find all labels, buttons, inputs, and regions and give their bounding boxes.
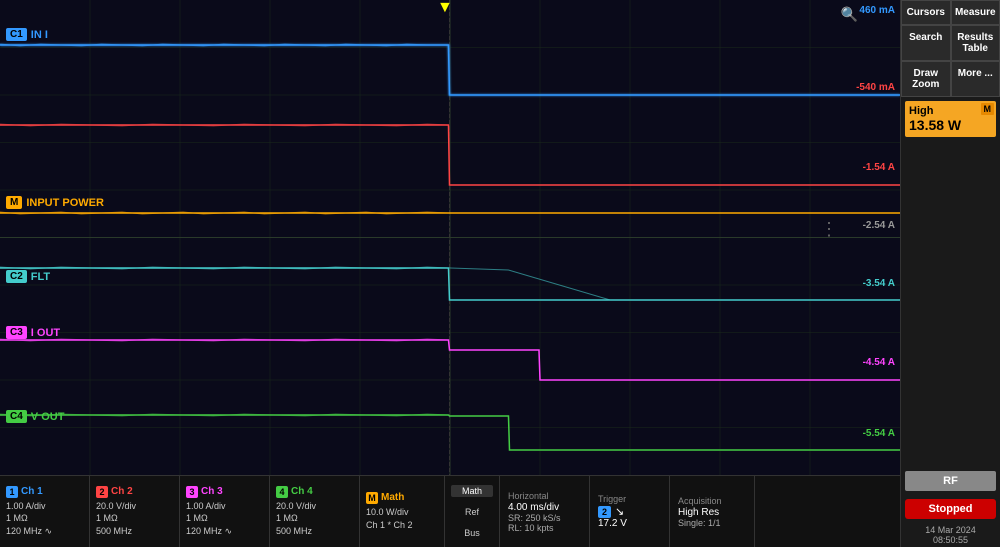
ch3-info[interactable]: 3 Ch 3 1.00 A/div1 MΩ120 MHz ∿ xyxy=(180,476,270,547)
ch4-detail: 20.0 V/div1 MΩ500 MHz xyxy=(276,500,353,538)
ch1-info[interactable]: 1 Ch 1 1.00 A/div1 MΩ120 MHz ∿ xyxy=(0,476,90,547)
magnifier-icon: 🔍 xyxy=(841,6,858,23)
ch1-info-label: Ch 1 xyxy=(21,486,43,497)
trigger-marker: ▼ xyxy=(437,2,449,14)
cursors-button[interactable]: Cursors xyxy=(901,0,951,25)
acq-mode: High Res xyxy=(678,507,746,518)
trigger-level: 17.2 V xyxy=(598,518,661,529)
m-badge-ch: M xyxy=(6,196,22,209)
ch3-dot: 3 xyxy=(186,486,198,498)
stopped-badge[interactable]: Stopped xyxy=(905,499,996,519)
ch2-info-label: Ch 2 xyxy=(111,486,133,497)
c3-badge: C3 xyxy=(6,326,27,339)
measurement-container: M High 13.58 W xyxy=(905,101,996,137)
trigger-section[interactable]: Trigger 2 ↘ 17.2 V xyxy=(590,476,670,547)
ch1-detail: 1.00 A/div1 MΩ120 MHz ∿ xyxy=(6,500,83,538)
math-dot: M xyxy=(366,492,378,504)
acq-title: Acquisition xyxy=(678,496,746,506)
measure-button[interactable]: Measure xyxy=(951,0,1000,25)
y-label-n354a: -3.54 A xyxy=(863,278,895,289)
measurement-value: 13.58 W xyxy=(909,117,992,133)
m-label[interactable]: M INPUT POWER xyxy=(6,196,104,209)
y-label-n540ma: -540 mA xyxy=(856,82,895,93)
search-button[interactable]: Search xyxy=(901,25,951,61)
y-label-n154a: -1.54 A xyxy=(863,162,895,173)
math-ref-bus-bus[interactable]: Bus xyxy=(451,528,493,538)
cursors-measure-row: Cursors Measure xyxy=(901,0,1000,25)
ch4-info[interactable]: 4 Ch 4 20.0 V/div1 MΩ500 MHz xyxy=(270,476,360,547)
y-label-n254a: -2.54 A xyxy=(863,220,895,231)
trigger-slope: ↘ xyxy=(615,505,624,518)
draw-zoom-button[interactable]: Draw Zoom xyxy=(901,61,951,97)
main-oscilloscope-area: ▼ 460 mA -540 mA -1.54 A -2.54 A -3.54 A… xyxy=(0,0,900,547)
y-label-n454a: -4.54 A xyxy=(863,357,895,368)
ch2-detail: 20.0 V/div1 MΩ500 MHz xyxy=(96,500,173,538)
math-ref-bus[interactable]: Math Ref Bus xyxy=(445,476,500,547)
math-detail: 10.0 W/divCh 1 * Ch 2 xyxy=(366,506,438,531)
results-table-button[interactable]: Results Table xyxy=(951,25,1000,61)
right-panel-bottom: RF Stopped 14 Mar 2024 08:50:55 xyxy=(901,467,1000,547)
c3-label[interactable]: C3 I OUT xyxy=(6,326,60,339)
trigger-channel-badge: 2 xyxy=(598,506,611,518)
waveform-display[interactable]: ▼ 460 mA -540 mA -1.54 A -2.54 A -3.54 A… xyxy=(0,0,900,475)
y-label-n554a: -5.54 A xyxy=(863,428,895,439)
ch3-info-label: Ch 3 xyxy=(201,486,223,497)
ch2-info[interactable]: 2 Ch 2 20.0 V/div1 MΩ500 MHz xyxy=(90,476,180,547)
waveform-svg xyxy=(0,0,900,475)
c2-name: FLT xyxy=(31,271,50,283)
draw-more-row: Draw Zoom More ... xyxy=(901,61,1000,97)
datetime-display: 14 Mar 2024 08:50:55 xyxy=(901,523,1000,547)
c4-name: V OUT xyxy=(31,411,65,423)
ch4-dot: 4 xyxy=(276,486,288,498)
bottom-bar: 1 Ch 1 1.00 A/div1 MΩ120 MHz ∿ 2 Ch 2 20… xyxy=(0,475,900,547)
ch1-name: IN I xyxy=(31,29,48,41)
ch2-dot: 2 xyxy=(96,486,108,498)
ch4-info-label: Ch 4 xyxy=(291,486,313,497)
search-results-row: Search Results Table xyxy=(901,25,1000,61)
rf-button[interactable]: RF xyxy=(905,471,996,491)
horizontal-section[interactable]: Horizontal 4.00 ms/div SR: 250 kS/s RL: … xyxy=(500,476,590,547)
c4-badge: C4 xyxy=(6,410,27,423)
math-ref-bus-ref[interactable]: Ref xyxy=(451,507,493,517)
ch1-dot: 1 xyxy=(6,486,18,498)
acq-single: Single: 1/1 xyxy=(678,518,746,528)
ch1-badge: C1 xyxy=(6,28,27,41)
trigger-title: Trigger xyxy=(598,494,661,504)
c3-name: I OUT xyxy=(31,327,60,339)
horizontal-sr: SR: 250 kS/s xyxy=(508,513,581,523)
ch3-detail: 1.00 A/div1 MΩ120 MHz ∿ xyxy=(186,500,263,538)
horizontal-title: Horizontal xyxy=(508,491,581,501)
math-info-label: Math xyxy=(381,492,404,503)
ch1-label[interactable]: C1 IN I xyxy=(6,28,48,41)
right-panel: Cursors Measure Search Results Table Dra… xyxy=(900,0,1000,547)
y-label-460ma: 460 mA xyxy=(859,5,895,16)
c2-label[interactable]: C2 FLT xyxy=(6,270,50,283)
math-ref-bus-math[interactable]: Math xyxy=(451,485,493,497)
acquisition-section[interactable]: Acquisition High Res Single: 1/1 xyxy=(670,476,755,547)
c2-badge: C2 xyxy=(6,270,27,283)
horizontal-rate: 4.00 ms/div xyxy=(508,502,581,513)
c4-label[interactable]: C4 V OUT xyxy=(6,410,64,423)
m-name: INPUT POWER xyxy=(26,197,104,209)
more-button[interactable]: More ... xyxy=(951,61,1000,97)
math-info[interactable]: M Math 10.0 W/divCh 1 * Ch 2 xyxy=(360,476,445,547)
horizontal-rl: RL: 10 kpts xyxy=(508,523,581,533)
m-indicator-badge: M xyxy=(981,103,995,115)
measurement-label: High xyxy=(909,105,992,117)
dots-marker: ⋮ xyxy=(820,220,840,238)
